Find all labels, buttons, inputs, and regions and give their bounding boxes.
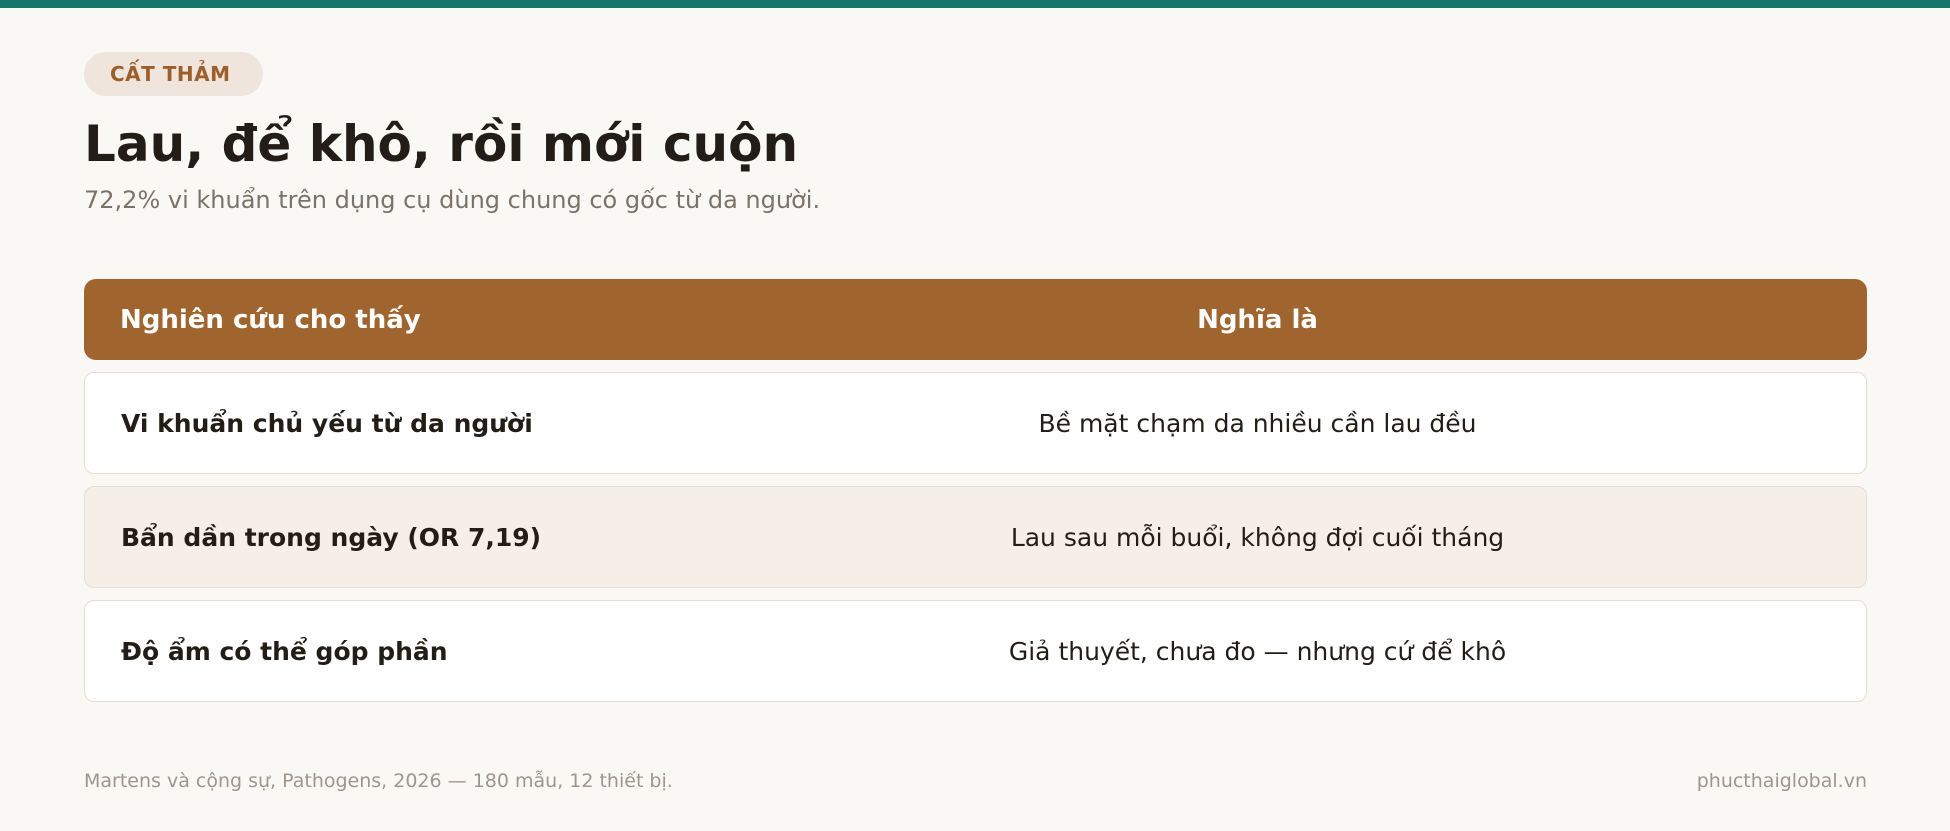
table-row: Bẩn dần trong ngày (OR 7,19) Lau sau mỗi…: [84, 486, 1867, 588]
top-accent-bar: [0, 0, 1950, 8]
category-tag: CẤT THẢM: [84, 52, 263, 96]
page-subtitle: 72,2% vi khuẩn trên dụng cụ dùng chung c…: [84, 186, 821, 214]
table-header: Nghiên cứu cho thấy Nghĩa là: [84, 279, 1867, 360]
footer-source: Martens và cộng sự, Pathogens, 2026 — 18…: [84, 770, 673, 792]
meaning-cell: Giả thuyết, chưa đo — nhưng cứ để khô: [1008, 636, 1507, 666]
comparison-table: Nghiên cứu cho thấy Nghĩa là Vi khuẩn ch…: [84, 279, 1867, 702]
footer-site: phucthaiglobal.vn: [1696, 770, 1867, 792]
table-row: Độ ẩm có thể góp phần Giả thuyết, chưa đ…: [84, 600, 1867, 702]
table-row: Vi khuẩn chủ yếu từ da người Bề mặt chạm…: [84, 372, 1867, 474]
page-content: CẤT THẢM Lau, để khô, rồi mới cuộn 72,2%…: [84, 52, 1867, 702]
header-meaning: Nghĩa là: [1197, 304, 1318, 335]
header-findings: Nghiên cứu cho thấy: [120, 304, 421, 335]
page-title: Lau, để khô, rồi mới cuộn: [84, 115, 799, 173]
finding-cell: Vi khuẩn chủ yếu từ da người: [121, 408, 533, 438]
finding-cell: Độ ẩm có thể góp phần: [121, 636, 448, 666]
footer: Martens và cộng sự, Pathogens, 2026 — 18…: [84, 770, 1867, 792]
meaning-cell: Lau sau mỗi buổi, không đợi cuối tháng: [1010, 522, 1505, 552]
meaning-cell: Bề mặt chạm da nhiều cần lau đều: [1038, 408, 1477, 438]
finding-cell: Bẩn dần trong ngày (OR 7,19): [121, 522, 542, 552]
